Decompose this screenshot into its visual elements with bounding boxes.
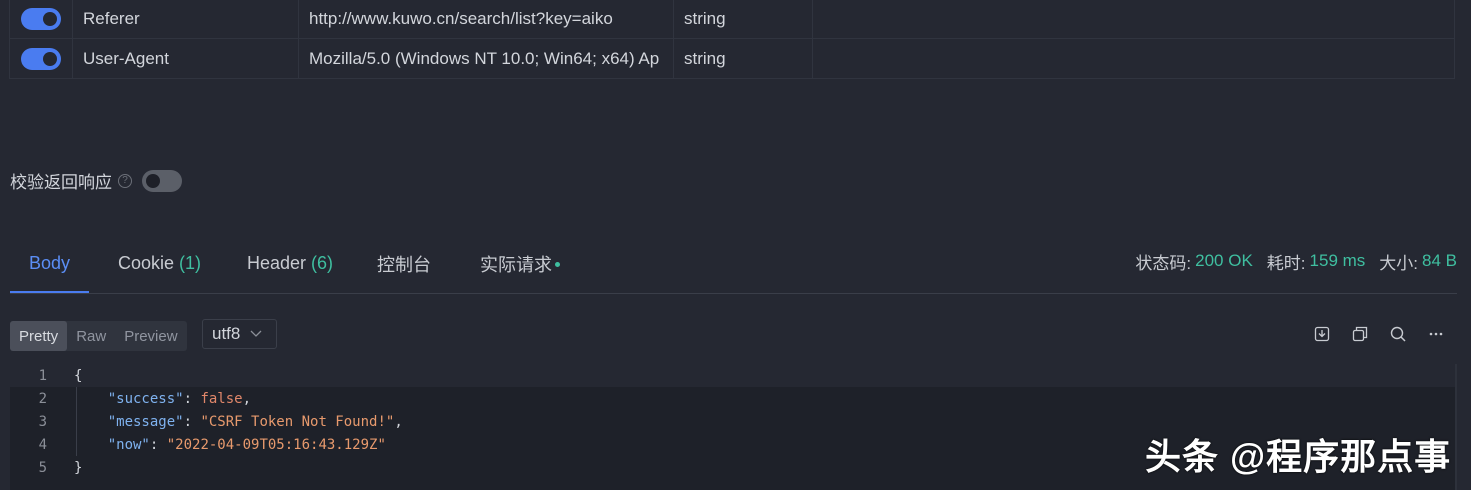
view-pretty-button[interactable]: Pretty bbox=[10, 321, 68, 351]
header-enable-toggle[interactable] bbox=[21, 47, 61, 70]
code-line: 2 "success": false, bbox=[10, 387, 1457, 410]
line-number: 2 bbox=[38, 390, 47, 407]
tab-header-label: Header bbox=[247, 253, 307, 273]
code-text: "now": "2022-04-09T05:16:43.129Z" bbox=[107, 436, 386, 453]
header-value[interactable]: http://www.kuwo.cn/search/list?key=aiko bbox=[299, 0, 674, 38]
view-preview-button[interactable]: Preview bbox=[115, 321, 186, 351]
status-dot-icon bbox=[555, 262, 560, 267]
header-key[interactable]: User-Agent bbox=[73, 39, 299, 78]
encoding-value: utf8 bbox=[212, 324, 241, 343]
more-icon[interactable] bbox=[1425, 323, 1447, 345]
tab-cookie-count: (1) bbox=[179, 253, 202, 273]
tab-actual-request-label: 实际请求 bbox=[480, 254, 552, 275]
tab-actual-request[interactable]: 实际请求 bbox=[480, 235, 560, 292]
tab-cookie[interactable]: Cookie (1) bbox=[118, 235, 201, 292]
line-number: 3 bbox=[38, 413, 47, 430]
tab-body-label: Body bbox=[28, 252, 71, 273]
header-type[interactable]: string bbox=[674, 39, 813, 78]
time-label: 耗时: bbox=[1266, 253, 1306, 273]
search-icon[interactable] bbox=[1387, 323, 1409, 345]
validate-response-row: 校验返回响应 ? bbox=[10, 168, 182, 193]
status-code-value: 200 OK bbox=[1195, 251, 1253, 270]
size-label: 大小: bbox=[1379, 253, 1419, 273]
header-description[interactable] bbox=[813, 39, 1454, 78]
response-status: 状态码: 200 OK 耗时: 159 ms 大小: 84 B bbox=[1121, 235, 1457, 287]
line-number: 1 bbox=[38, 367, 47, 384]
header-value[interactable]: Mozilla/5.0 (Windows NT 10.0; Win64; x64… bbox=[299, 39, 674, 78]
header-type[interactable]: string bbox=[674, 0, 813, 38]
body-toolbar: Pretty Raw Preview utf8 bbox=[10, 319, 1457, 351]
line-number: 5 bbox=[38, 459, 47, 476]
header-description[interactable] bbox=[813, 0, 1454, 38]
validate-response-label: 校验返回响应 bbox=[10, 173, 112, 192]
time-value: 159 ms bbox=[1309, 251, 1366, 270]
view-raw-button[interactable]: Raw bbox=[67, 321, 115, 351]
copy-icon[interactable] bbox=[1349, 323, 1371, 345]
header-enable-toggle[interactable] bbox=[21, 8, 61, 30]
code-text: "success": false, bbox=[107, 390, 252, 407]
tab-header[interactable]: Header (6) bbox=[247, 235, 333, 292]
line-number: 4 bbox=[38, 436, 47, 453]
watermark: 头条 @程序那点事 bbox=[1145, 436, 1452, 477]
code-text: { bbox=[74, 367, 83, 384]
tab-header-count: (6) bbox=[311, 253, 334, 273]
table-row: User-Agent Mozilla/5.0 (Windows NT 10.0;… bbox=[9, 39, 1455, 79]
code-line: 1 { bbox=[10, 364, 1457, 387]
headers-table: Referer http://www.kuwo.cn/search/list?k… bbox=[9, 0, 1455, 79]
tab-cookie-label: Cookie bbox=[118, 253, 175, 273]
tab-console-label: 控制台 bbox=[377, 254, 431, 275]
scrollbar[interactable] bbox=[1455, 364, 1457, 490]
code-text: } bbox=[74, 459, 83, 476]
header-enable-cell bbox=[10, 39, 73, 78]
code-text: "message": "CSRF Token Not Found!", bbox=[107, 413, 403, 430]
help-icon[interactable]: ? bbox=[118, 173, 132, 188]
encoding-select[interactable]: utf8 bbox=[202, 319, 277, 349]
chevron-down-icon bbox=[250, 327, 262, 341]
size-value: 84 B bbox=[1422, 251, 1457, 270]
status-code-label: 状态码: bbox=[1135, 253, 1192, 273]
response-tabs: Body Cookie (1) Header (6) 控制台 实际请求 状态码:… bbox=[10, 235, 1457, 294]
download-icon[interactable] bbox=[1311, 323, 1333, 345]
table-row: Referer http://www.kuwo.cn/search/list?k… bbox=[9, 0, 1455, 39]
tab-body[interactable]: Body bbox=[10, 235, 89, 293]
validate-response-toggle[interactable] bbox=[142, 169, 182, 192]
view-mode-switch: Pretty Raw Preview bbox=[10, 321, 187, 351]
header-key[interactable]: Referer bbox=[73, 0, 299, 38]
header-enable-cell bbox=[10, 0, 73, 38]
tab-console[interactable]: 控制台 bbox=[377, 235, 431, 292]
toolbar-icons bbox=[1311, 323, 1447, 345]
